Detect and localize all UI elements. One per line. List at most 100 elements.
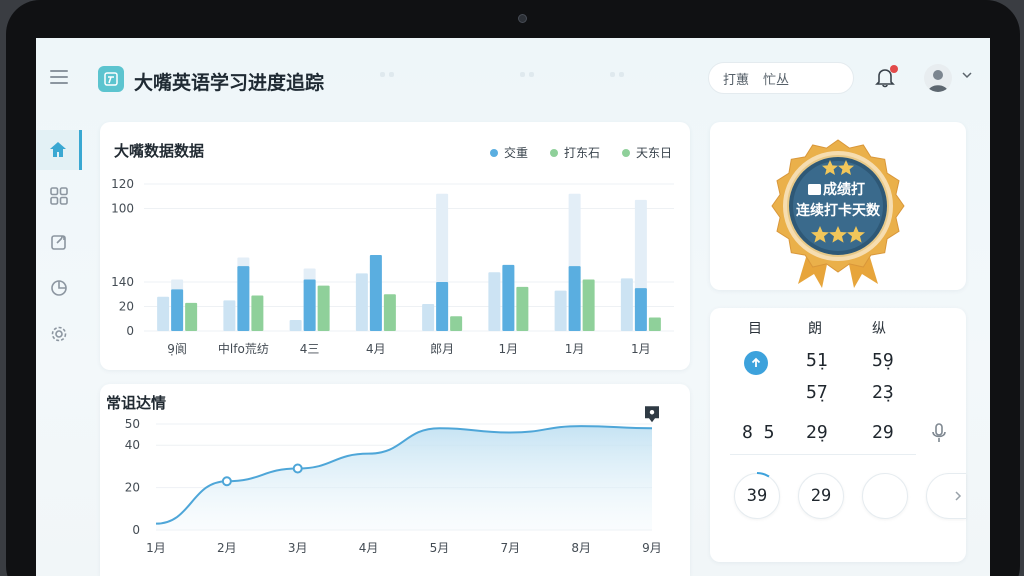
x-tick-label: 4月 — [359, 541, 379, 555]
stats-card: 目 朗 纵 5̣1 5̣9 5̣7 2̣3 8 5 2̣9 29 39 29 — [710, 308, 966, 562]
home-icon — [49, 142, 66, 157]
app-logo — [98, 66, 124, 92]
sidebar-item-settings[interactable] — [36, 314, 82, 354]
y-tick-label: 0 — [132, 523, 140, 537]
data-point — [292, 463, 303, 474]
badge-card: 成绩打 连续打卡天数 — [710, 122, 966, 290]
search-input[interactable]: 打蕙 忙丛 — [708, 62, 854, 94]
x-tick-label: 3月 — [288, 541, 308, 555]
x-tick-label: 郎月 — [430, 342, 454, 356]
sidebar-item-home[interactable] — [36, 130, 82, 170]
bar-chart: 0 20 140 100 120 9̣阆 中lfo荒纺 4三 4月 郎月 1月 1月 1月 — [111, 177, 674, 356]
decoration — [380, 72, 394, 77]
bar — [237, 266, 250, 331]
stat-value: 5̣7 — [806, 382, 828, 403]
stats-header: 朗 — [808, 321, 822, 337]
x-tick-label: 9̣阆 — [167, 341, 187, 356]
stat-value: 5̣1 — [806, 350, 828, 371]
x-tick-label: 8月 — [571, 541, 591, 555]
x-tick-label: 1月 — [146, 541, 166, 555]
x-tick-label: 中lfo荒纺 — [218, 341, 269, 356]
bar — [568, 266, 581, 331]
user-icon — [928, 70, 948, 92]
y-tick-label: 0 — [126, 324, 134, 338]
stat-value: 5̣9 — [872, 350, 894, 371]
day-circle-value: 29 — [810, 486, 832, 506]
stats-header: 目 — [748, 321, 762, 337]
stat-value: 2̣9 — [806, 422, 828, 443]
data-point — [221, 476, 232, 487]
bar — [422, 304, 435, 331]
x-tick-label: 5月 — [430, 541, 450, 555]
sidebar — [36, 38, 84, 576]
x-tick-label: 1月 — [499, 342, 519, 356]
decoration — [520, 72, 534, 77]
bar — [383, 294, 396, 331]
search-text-secondary: 忙丛 — [763, 72, 790, 88]
sidebar-item-reports[interactable] — [36, 268, 82, 308]
y-tick-label: 20 — [119, 300, 134, 314]
calendar-icon — [808, 184, 821, 195]
arrow-up-icon — [751, 357, 761, 367]
bar — [450, 316, 463, 331]
gear-icon — [51, 326, 67, 342]
page-title: 大嘴英语学习进度追踪 — [134, 72, 325, 94]
bar — [502, 264, 515, 331]
y-tick-label: 140 — [111, 275, 134, 289]
day-circle[interactable]: 29 — [798, 473, 844, 519]
y-tick-label: 40 — [125, 438, 140, 452]
x-tick-label: 4三 — [300, 342, 320, 356]
bar — [289, 319, 302, 331]
bar — [303, 279, 316, 331]
edit-icon — [51, 235, 66, 250]
notification-badge — [890, 65, 898, 73]
notification-button[interactable] — [874, 65, 900, 92]
divider — [730, 454, 916, 455]
x-tick-label: 4月 — [366, 342, 386, 356]
bar — [648, 317, 661, 331]
chevron-right-icon — [955, 491, 962, 501]
stat-value: 8 5 — [742, 422, 775, 443]
pin-dot — [649, 410, 655, 415]
bar — [369, 255, 382, 331]
bar — [355, 273, 368, 331]
search-text: 打蕙 — [723, 72, 750, 88]
bar — [251, 295, 264, 331]
bar — [620, 278, 633, 331]
line-chart: 0 20 40 50 1月 2月 3月 4月 5月 7月 8月 9月 — [125, 406, 662, 555]
camera-dot — [518, 14, 527, 23]
sidebar-item-tasks[interactable] — [36, 222, 82, 262]
x-tick-label: 2月 — [217, 541, 237, 555]
avatar[interactable] — [924, 64, 952, 92]
x-tick-label: 1月 — [565, 342, 585, 356]
logo-icon — [104, 72, 118, 86]
microphone-icon[interactable] — [930, 422, 948, 444]
bar — [185, 302, 198, 331]
chevron-down-icon[interactable] — [962, 71, 972, 79]
y-tick-label: 100 — [111, 202, 134, 216]
trend-up-button[interactable] — [744, 351, 768, 375]
bar — [554, 290, 567, 331]
bar — [516, 286, 529, 331]
y-tick-label: 50 — [125, 417, 140, 431]
stats-header: 纵 — [872, 321, 886, 337]
bar — [317, 285, 330, 331]
grid-icon — [50, 187, 68, 205]
x-tick-label: 1月 — [631, 342, 651, 356]
bar — [436, 282, 449, 331]
bar — [157, 296, 170, 331]
bar — [582, 279, 595, 331]
day-circle[interactable] — [862, 473, 908, 519]
stat-value: 29 — [872, 422, 894, 443]
decoration — [610, 72, 624, 77]
stat-value: 2̣3 — [872, 382, 894, 403]
x-tick-label: 7月 — [500, 541, 520, 555]
x-tick-label: 9月 — [642, 541, 662, 555]
sidebar-item-dashboard[interactable] — [36, 176, 82, 216]
next-button[interactable] — [926, 473, 966, 519]
progress-arc — [756, 472, 770, 478]
bar — [634, 288, 647, 331]
menu-button[interactable] — [50, 70, 68, 84]
app-screen: 大嘴英语学习进度追踪 打蕙 忙丛 大嘴数据数据 交重 打东石 天东日 0 20 … — [36, 38, 990, 576]
bar — [488, 272, 501, 331]
